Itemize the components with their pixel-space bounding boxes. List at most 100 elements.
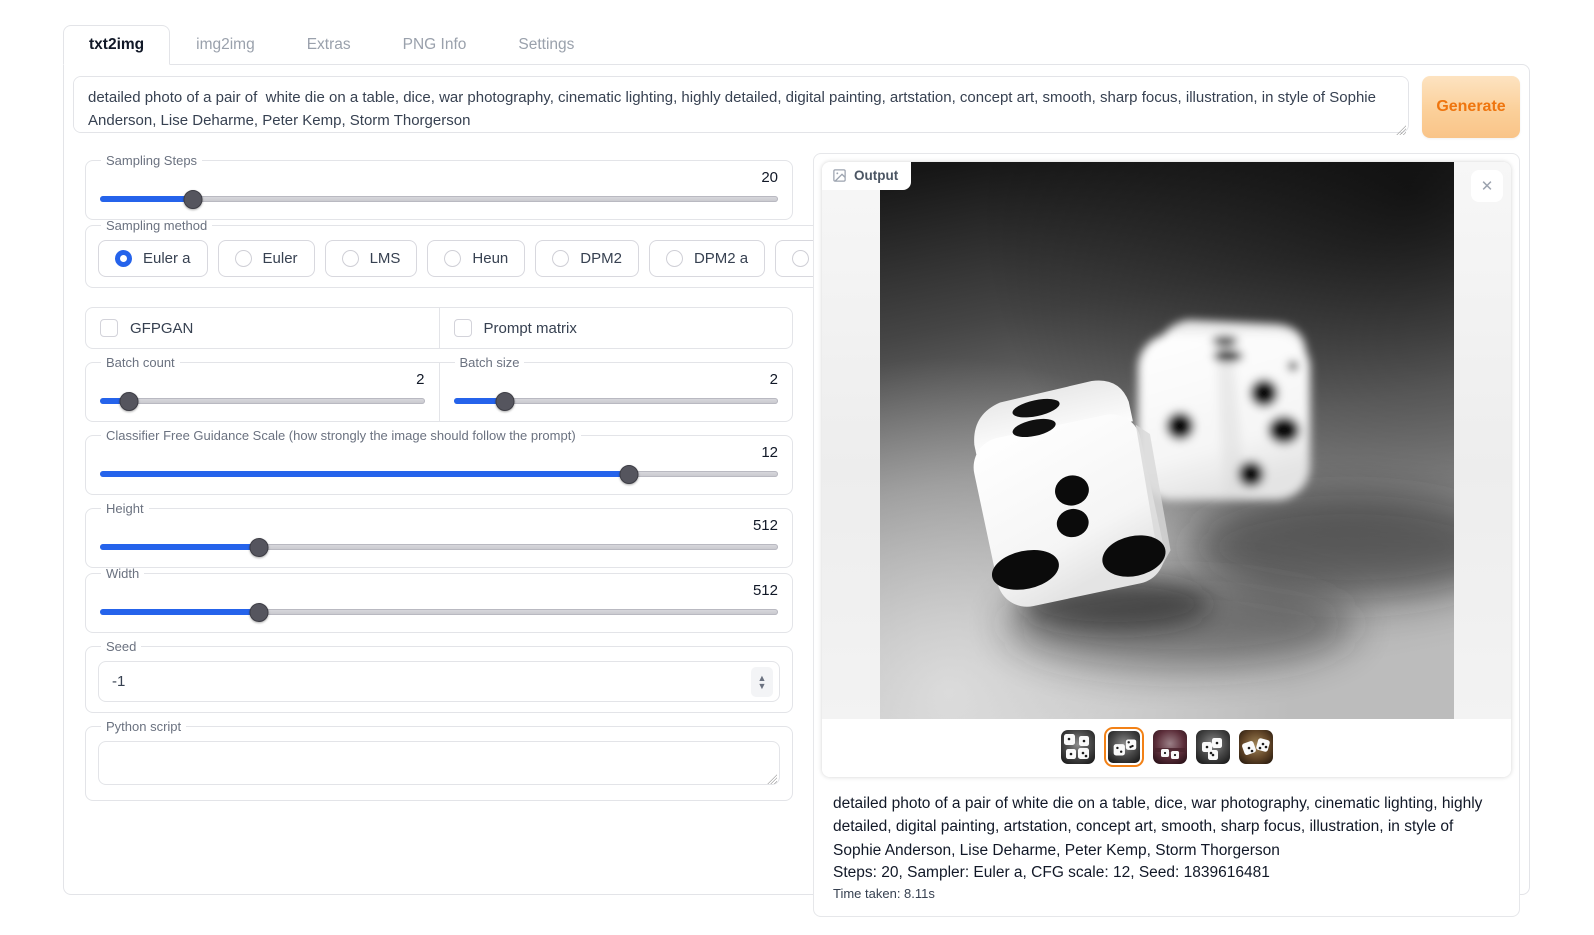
thumbnail-image xyxy=(1239,730,1273,764)
image-icon xyxy=(832,168,847,183)
batch-row: Batch count 2 Batch size 2 xyxy=(85,355,793,422)
sampling-option-euler-a[interactable]: Euler a xyxy=(98,240,208,277)
width-value: 512 xyxy=(98,582,780,602)
prompt-matrix-label: Prompt matrix xyxy=(484,320,577,337)
sampling-option-label: DPM2 xyxy=(580,250,622,267)
sampling-option-label: DPM2 a xyxy=(694,250,748,267)
checkbox-icon[interactable] xyxy=(454,319,472,337)
app-page: txt2img img2img Extras PNG Info Settings… xyxy=(0,25,1594,935)
slider-handle[interactable] xyxy=(183,190,202,209)
tab-txt2img[interactable]: txt2img xyxy=(63,25,170,65)
height-value: 512 xyxy=(98,517,780,537)
gallery-thumbnails xyxy=(822,719,1511,777)
seed-input[interactable] xyxy=(98,661,780,702)
cfg-scale-slider[interactable] xyxy=(100,464,778,484)
radio-icon xyxy=(444,250,461,267)
caption-prompt: detailed photo of a pair of white die on… xyxy=(833,792,1500,862)
close-icon[interactable]: ✕ xyxy=(1471,170,1503,202)
cfg-scale-value: 12 xyxy=(98,444,780,464)
thumbnail-image xyxy=(1153,730,1187,764)
python-script-label: Python script xyxy=(101,719,186,734)
height-label: Height xyxy=(101,501,149,516)
settings-column: Sampling Steps 20 Sampling method Euler … xyxy=(85,153,793,801)
tab-extras[interactable]: Extras xyxy=(281,25,377,64)
seed-label: Seed xyxy=(101,639,141,654)
prompt-row: detailed photo of a pair of white die on… xyxy=(73,76,1520,138)
width-group: Width 512 xyxy=(85,566,793,633)
seed-group: Seed ▲▼ xyxy=(85,639,793,713)
cfg-scale-label: Classifier Free Guidance Scale (how stro… xyxy=(101,428,581,443)
width-slider[interactable] xyxy=(100,602,778,622)
thumbnail-3[interactable] xyxy=(1153,730,1187,764)
batch-count-group: Batch count 2 xyxy=(85,355,440,422)
gallery-card: Output ✕ xyxy=(822,162,1511,777)
generated-image[interactable] xyxy=(880,162,1454,719)
sampling-steps-label: Sampling Steps xyxy=(101,153,202,168)
caption-params: Steps: 20, Sampler: Euler a, CFG scale: … xyxy=(833,864,1500,882)
sampling-option-euler[interactable]: Euler xyxy=(218,240,315,277)
height-slider[interactable] xyxy=(100,537,778,557)
sampling-option-heun[interactable]: Heun xyxy=(427,240,525,277)
number-spinner-icon[interactable]: ▲▼ xyxy=(751,667,773,697)
thumbnail-image xyxy=(1061,730,1095,764)
tab-settings[interactable]: Settings xyxy=(492,25,600,64)
batch-count-slider[interactable] xyxy=(100,391,425,411)
sampling-method-label: Sampling method xyxy=(101,218,212,233)
gfpgan-label: GFPGAN xyxy=(130,320,193,337)
slider-handle[interactable] xyxy=(619,465,638,484)
batch-size-value: 2 xyxy=(452,371,781,391)
generation-info: detailed photo of a pair of white die on… xyxy=(819,780,1514,911)
cfg-scale-group: Classifier Free Guidance Scale (how stro… xyxy=(85,428,793,495)
checkbox-icon[interactable] xyxy=(100,319,118,337)
thumbnail-5[interactable] xyxy=(1239,730,1273,764)
batch-size-label: Batch size xyxy=(455,355,525,370)
radio-icon xyxy=(792,250,809,267)
batch-size-group: Batch size 2 xyxy=(439,355,794,422)
python-script-group: Python script xyxy=(85,719,793,801)
prompt-matrix-checkbox[interactable]: Prompt matrix xyxy=(439,308,793,348)
width-label: Width xyxy=(101,566,144,581)
sampling-option-label: Euler a xyxy=(143,250,191,267)
prompt-input[interactable]: detailed photo of a pair of white die on… xyxy=(73,76,1409,133)
radio-icon xyxy=(666,250,683,267)
thumbnail-1[interactable] xyxy=(1061,730,1095,764)
tab-img2img[interactable]: img2img xyxy=(170,25,281,64)
batch-size-slider[interactable] xyxy=(454,391,779,411)
slider-handle[interactable] xyxy=(120,392,139,411)
height-group: Height 512 xyxy=(85,501,793,568)
txt2img-panel: detailed photo of a pair of white die on… xyxy=(63,64,1530,895)
sampling-steps-slider[interactable] xyxy=(100,189,778,209)
image-area xyxy=(822,162,1511,719)
slider-handle[interactable] xyxy=(250,603,269,622)
radio-icon xyxy=(342,250,359,267)
radio-icon xyxy=(115,250,132,267)
python-script-input[interactable] xyxy=(98,741,780,785)
sampling-option-dpm2[interactable]: DPM2 xyxy=(535,240,639,277)
caption-time: Time taken: 8.11s xyxy=(833,886,1500,901)
radio-icon xyxy=(235,250,252,267)
toggles-group: GFPGAN Prompt matrix xyxy=(85,307,793,349)
tab-bar: txt2img img2img Extras PNG Info Settings xyxy=(63,25,1594,64)
output-header: Output xyxy=(822,162,911,190)
sampling-option-label: Heun xyxy=(472,250,508,267)
thumbnail-image xyxy=(1196,730,1230,764)
sampling-steps-group: Sampling Steps 20 xyxy=(85,153,793,220)
tab-png-info[interactable]: PNG Info xyxy=(377,25,493,64)
thumbnail-2-selected[interactable] xyxy=(1104,727,1144,767)
slider-handle[interactable] xyxy=(496,392,515,411)
gfpgan-checkbox[interactable]: GFPGAN xyxy=(86,308,439,348)
radio-icon xyxy=(552,250,569,267)
sampling-option-lms[interactable]: LMS xyxy=(325,240,418,277)
sampling-steps-value: 20 xyxy=(98,169,780,189)
thumbnail-4[interactable] xyxy=(1196,730,1230,764)
sampling-option-label: Euler xyxy=(263,250,298,267)
batch-count-value: 2 xyxy=(98,371,427,391)
output-column: Output ✕ xyxy=(813,153,1520,917)
generate-button[interactable]: Generate xyxy=(1422,76,1520,138)
thumbnail-image xyxy=(1108,731,1140,763)
sampling-option-label: LMS xyxy=(370,250,401,267)
sampling-option-dpm2-a[interactable]: DPM2 a xyxy=(649,240,765,277)
output-label: Output xyxy=(854,168,898,183)
batch-count-label: Batch count xyxy=(101,355,180,370)
slider-handle[interactable] xyxy=(250,538,269,557)
